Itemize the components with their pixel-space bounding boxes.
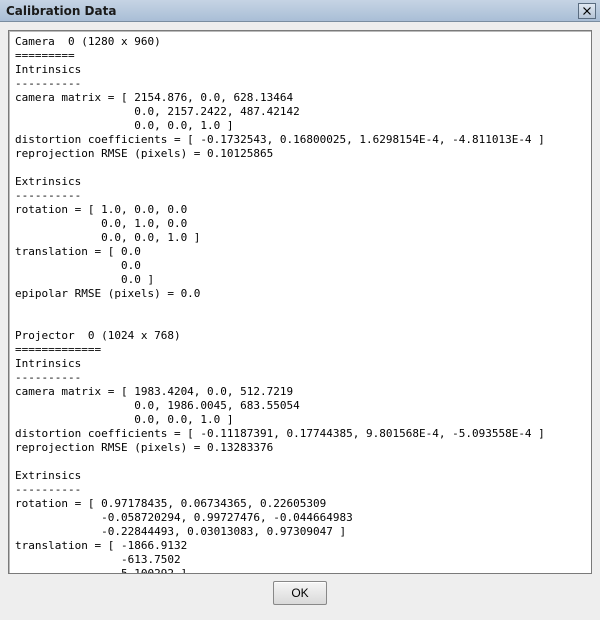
window-title: Calibration Data [6, 4, 578, 18]
close-button[interactable] [578, 3, 596, 19]
calibration-text-panel[interactable]: Camera 0 (1280 x 960) ========= Intrinsi… [8, 30, 592, 574]
ok-button[interactable]: OK [273, 581, 327, 605]
content-area: Camera 0 (1280 x 960) ========= Intrinsi… [0, 22, 600, 620]
close-icon [583, 7, 591, 15]
button-bar: OK [8, 574, 592, 612]
titlebar[interactable]: Calibration Data [0, 0, 600, 22]
calibration-text: Camera 0 (1280 x 960) ========= Intrinsi… [15, 35, 585, 574]
dialog-window: Calibration Data Camera 0 (1280 x 960) =… [0, 0, 600, 620]
